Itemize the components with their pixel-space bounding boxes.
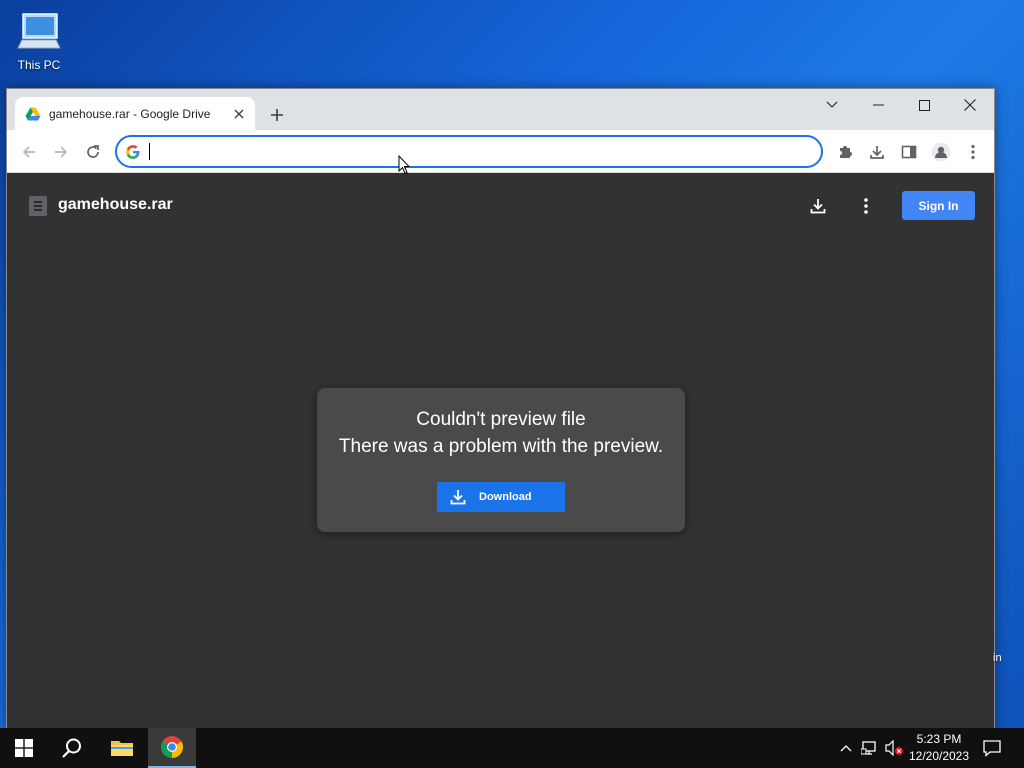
browser-toolbar bbox=[7, 130, 994, 173]
downloads-icon[interactable] bbox=[863, 138, 891, 166]
action-center-icon[interactable] bbox=[982, 738, 1002, 758]
computer-icon bbox=[17, 13, 61, 49]
network-icon[interactable] bbox=[860, 738, 880, 758]
viewer-header: gamehouse.rar Sign In bbox=[7, 174, 994, 238]
download-button[interactable]: Download bbox=[437, 482, 565, 512]
address-input[interactable] bbox=[150, 143, 821, 160]
more-options-icon[interactable] bbox=[852, 192, 880, 220]
close-window-icon[interactable] bbox=[947, 92, 993, 118]
download-icon bbox=[450, 490, 466, 505]
search-icon bbox=[62, 738, 81, 758]
this-pc-desktop-icon[interactable]: This PC bbox=[14, 10, 64, 72]
clock-date: 12/20/2023 bbox=[908, 749, 970, 763]
file-name: gamehouse.rar bbox=[58, 196, 173, 213]
file-explorer-button[interactable] bbox=[98, 728, 146, 768]
forward-icon[interactable] bbox=[47, 138, 75, 166]
error-message: There was a problem with the preview. bbox=[338, 436, 664, 457]
back-icon[interactable] bbox=[15, 138, 43, 166]
mouse-cursor-icon bbox=[398, 155, 410, 175]
side-panel-icon[interactable] bbox=[895, 138, 923, 166]
tab-title: gamehouse.rar - Google Drive bbox=[49, 106, 211, 121]
clock-time: 5:23 PM bbox=[916, 732, 962, 746]
desktop-icon-label: This PC bbox=[17, 58, 61, 72]
partial-desktop-text: in bbox=[993, 652, 1002, 664]
start-button[interactable] bbox=[0, 728, 48, 768]
browser-tab[interactable]: gamehouse.rar - Google Drive bbox=[15, 97, 255, 130]
sign-in-button[interactable]: Sign In bbox=[902, 191, 975, 220]
reload-icon[interactable] bbox=[79, 138, 107, 166]
drive-file-viewer: gamehouse.rar Sign In Couldn't preview f… bbox=[7, 174, 994, 729]
download-icon[interactable] bbox=[804, 192, 832, 220]
folder-icon bbox=[111, 741, 133, 756]
tab-search-chevron-icon[interactable] bbox=[809, 92, 855, 118]
taskbar: 5:23 PM 12/20/2023 bbox=[0, 728, 1024, 768]
volume-muted-icon[interactable] bbox=[885, 738, 905, 758]
search-button[interactable] bbox=[48, 728, 96, 768]
show-hidden-icons-chevron-icon[interactable] bbox=[836, 738, 856, 758]
chrome-taskbar-button[interactable] bbox=[148, 728, 196, 768]
windows-logo-icon bbox=[15, 739, 33, 757]
archive-file-icon bbox=[29, 196, 47, 216]
extensions-icon[interactable] bbox=[831, 138, 859, 166]
address-bar[interactable] bbox=[115, 135, 823, 168]
profile-avatar-icon[interactable] bbox=[927, 138, 955, 166]
new-tab-icon[interactable] bbox=[265, 103, 289, 127]
google-g-icon bbox=[126, 144, 140, 159]
chrome-icon bbox=[161, 736, 183, 758]
google-drive-icon bbox=[25, 107, 41, 120]
preview-error-card: Couldn't preview file There was a proble… bbox=[317, 388, 685, 532]
chrome-menu-icon[interactable] bbox=[959, 138, 987, 166]
system-clock[interactable]: 5:23 PM 12/20/2023 bbox=[906, 731, 972, 765]
minimize-icon[interactable] bbox=[855, 92, 901, 118]
maximize-icon[interactable] bbox=[901, 92, 947, 118]
tab-strip: gamehouse.rar - Google Drive bbox=[7, 89, 994, 130]
browser-window: gamehouse.rar - Google Drive gamehouse.r… bbox=[6, 88, 995, 729]
close-tab-icon[interactable] bbox=[231, 106, 247, 122]
download-label: Download bbox=[479, 491, 532, 503]
error-title: Couldn't preview file bbox=[416, 409, 586, 430]
